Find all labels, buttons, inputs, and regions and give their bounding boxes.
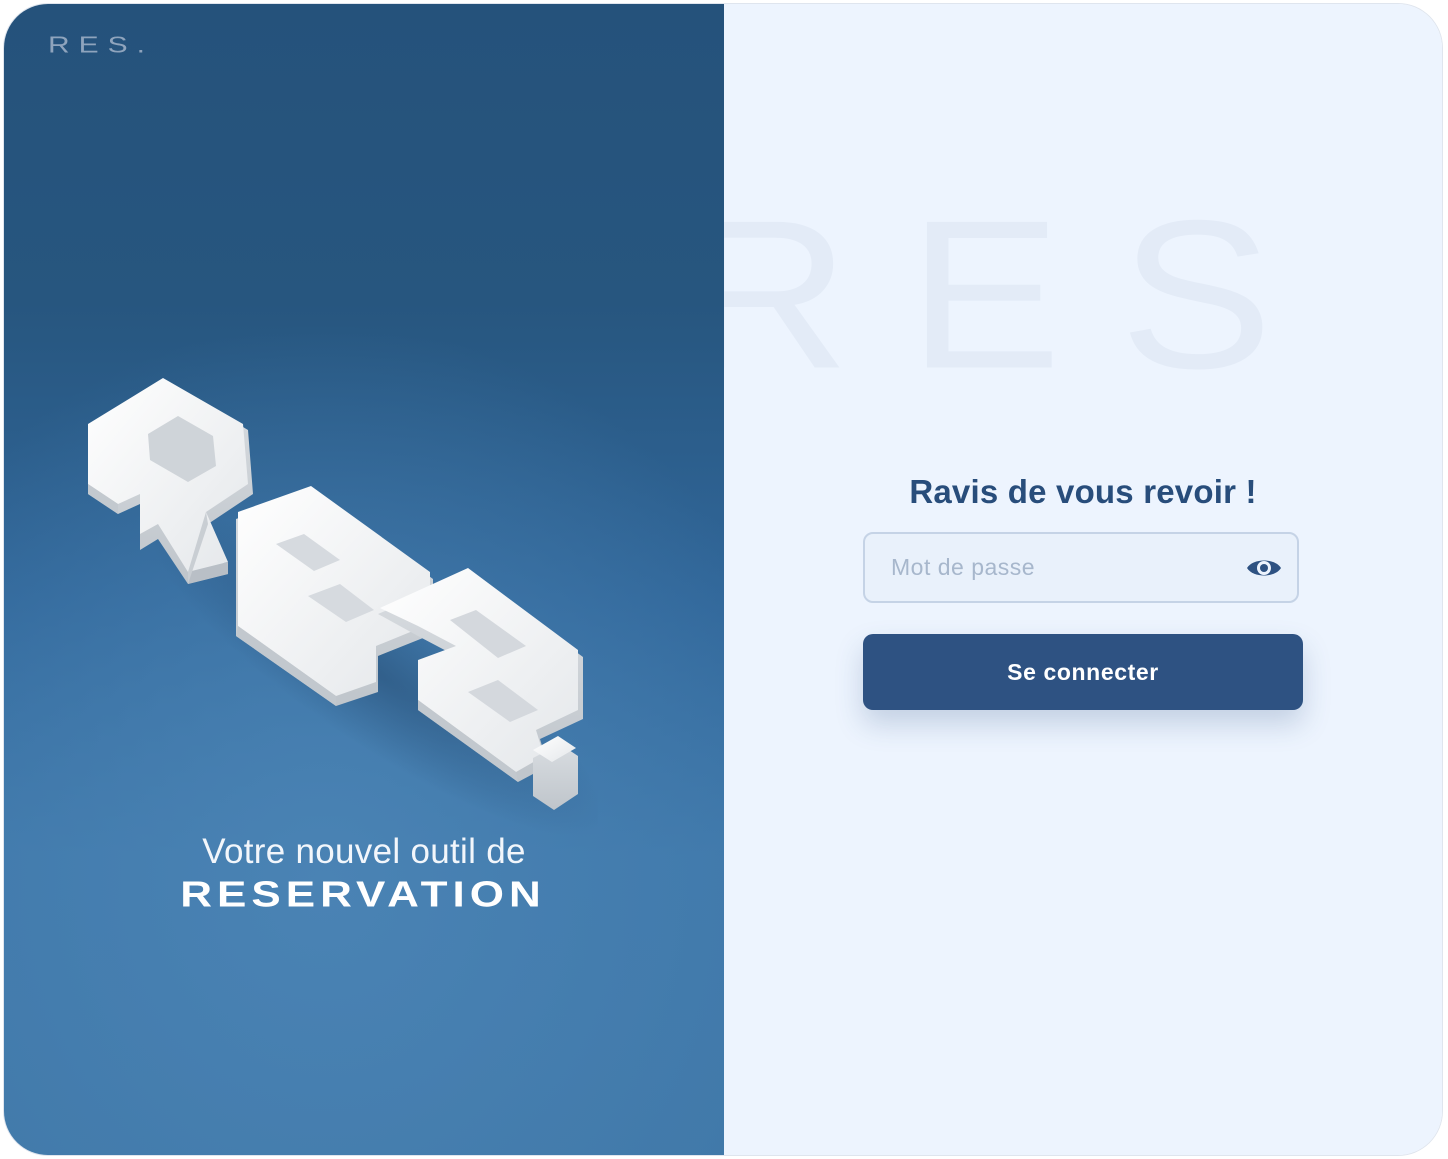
login-window: RES. Votre nouvel outil de RESERVATION R…: [4, 4, 1442, 1155]
eye-icon[interactable]: [1245, 554, 1283, 582]
brand-watermark: RES: [724, 176, 1331, 413]
brand-logo: RES.: [48, 32, 155, 58]
login-panel: RES Ravis de vous revoir ! Se connecter: [724, 4, 1442, 1155]
password-field: [863, 532, 1299, 603]
tagline-line1: Votre nouvel outil de: [202, 832, 526, 871]
hero-panel: RES. Votre nouvel outil de RESERVATION: [4, 4, 724, 1155]
tagline-line2: RESERVATION: [180, 874, 546, 915]
password-input[interactable]: [865, 534, 1297, 601]
hero-3d-logo-illustration: [88, 378, 598, 834]
login-button[interactable]: Se connecter: [863, 634, 1303, 710]
page-title: Ravis de vous revoir !: [909, 473, 1257, 511]
